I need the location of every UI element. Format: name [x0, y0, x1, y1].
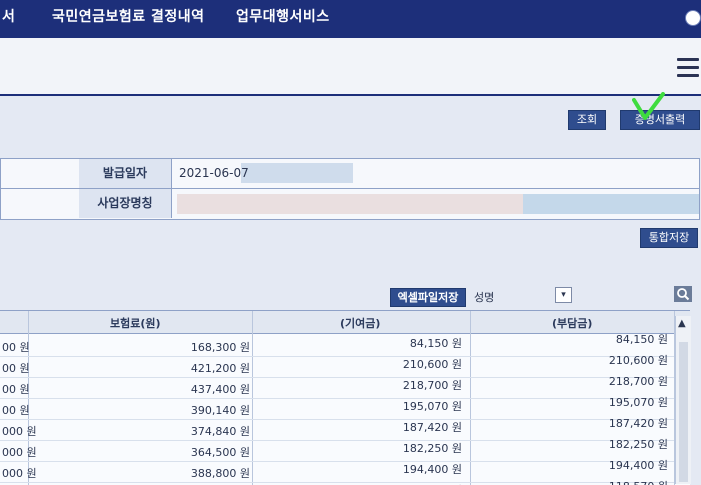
cell-employee-amount: 210,600 원: [608, 354, 668, 367]
issue-date-value: 2021-06-07: [179, 166, 249, 180]
business-name-field-bg: [523, 194, 699, 214]
row-divider: [0, 377, 674, 378]
column-header-premium[interactable]: 보험료(원): [110, 315, 161, 331]
sub-header: [0, 38, 701, 96]
cell-employer-amount: 210,600 원: [402, 358, 462, 371]
row-divider: [0, 398, 674, 399]
cell-premium: 437,400 원: [190, 383, 250, 396]
check-icon: [632, 92, 665, 120]
cell-employee-amount: 182,250 원: [608, 438, 668, 451]
cell-employer-amount: 195,070 원: [402, 400, 462, 413]
cell-employee-amount: 195,070 원: [608, 396, 668, 409]
cell-partial-amount: 00 원: [2, 404, 30, 417]
row-divider: [0, 461, 674, 462]
menu-bar: [677, 66, 699, 69]
top-right-circle-icon[interactable]: [685, 10, 701, 26]
cell-employer-amount: 84,150 원: [409, 337, 462, 350]
business-name-redacted: [177, 194, 523, 214]
nav-item-agency-service[interactable]: 업무대행서비스: [236, 6, 330, 26]
cell-partial-amount: 00 원: [2, 383, 30, 396]
cell-premium: 364,500 원: [190, 446, 250, 459]
cell-premium: 168,300 원: [190, 341, 250, 354]
integrated-save-button[interactable]: 통합저장: [640, 228, 698, 248]
cell-employee-amount: 187,420 원: [608, 417, 668, 430]
table-scrollbar[interactable]: ▲: [675, 316, 691, 484]
cell-partial-amount: 00 원: [2, 341, 30, 354]
cell-employer-amount: 182,250 원: [402, 442, 462, 455]
sort-select-value[interactable]: 성명: [474, 289, 494, 305]
top-navigation-bar: 서 국민연금보험료 결정내역 업무대행서비스: [0, 0, 701, 38]
cell-employer-amount: 194,400 원: [402, 463, 462, 476]
issue-date-field-bg: [241, 163, 353, 183]
cell-premium: 388,800 원: [190, 467, 250, 480]
search-icon[interactable]: [674, 286, 692, 302]
cell-partial-amount: 00 원: [2, 362, 30, 375]
scroll-up-icon[interactable]: ▲: [678, 318, 686, 329]
row-divider: [0, 356, 674, 357]
row-divider: [0, 419, 674, 420]
issue-date-label: 발급일자: [79, 159, 172, 189]
cell-partial-amount: 000 원: [2, 467, 37, 480]
premium-table: 보험료(원) (기여금) (부담금) 00 원 168,300 원 84,150 원…: [0, 310, 690, 485]
row-divider: [0, 482, 674, 483]
chevron-down-icon[interactable]: ▾: [555, 287, 572, 303]
cell-premium: 374,840 원: [190, 425, 250, 438]
cell-employer-amount: 218,700 원: [402, 379, 462, 392]
column-header-employee[interactable]: (부담금): [552, 315, 592, 331]
cell-employer-amount: 187,420 원: [402, 421, 462, 434]
search-icon-glyph: [677, 288, 690, 301]
row-divider: [0, 440, 674, 441]
cell-employee-amount: 218,700 원: [608, 375, 668, 388]
cell-employee-amount: 194,400 원: [608, 459, 668, 472]
search-button[interactable]: 조회: [568, 110, 606, 130]
menu-bar: [677, 58, 699, 61]
scroll-thumb[interactable]: [679, 342, 688, 482]
nav-item-premium-decision[interactable]: 국민연금보험료 결정내역: [52, 6, 205, 26]
cell-employee-amount: 84,150 원: [615, 333, 668, 346]
issue-info-table: 발급일자 2021-06-07 사업장명칭: [0, 158, 700, 220]
table-header: 보험료(원) (기여금) (부담금): [0, 311, 690, 334]
business-name-label: 사업장명칭: [79, 189, 172, 218]
excel-save-button[interactable]: 엑셀파일저장: [390, 288, 466, 307]
nav-item-partial[interactable]: 서: [2, 6, 15, 26]
cell-partial-amount: 000 원: [2, 446, 37, 459]
menu-icon[interactable]: [677, 58, 699, 78]
cell-partial-amount: 000 원: [2, 425, 37, 438]
column-header-employer[interactable]: (기여금): [340, 315, 380, 331]
cell-premium: 390,140 원: [190, 404, 250, 417]
cell-premium: 421,200 원: [190, 362, 250, 375]
menu-bar: [677, 74, 699, 77]
